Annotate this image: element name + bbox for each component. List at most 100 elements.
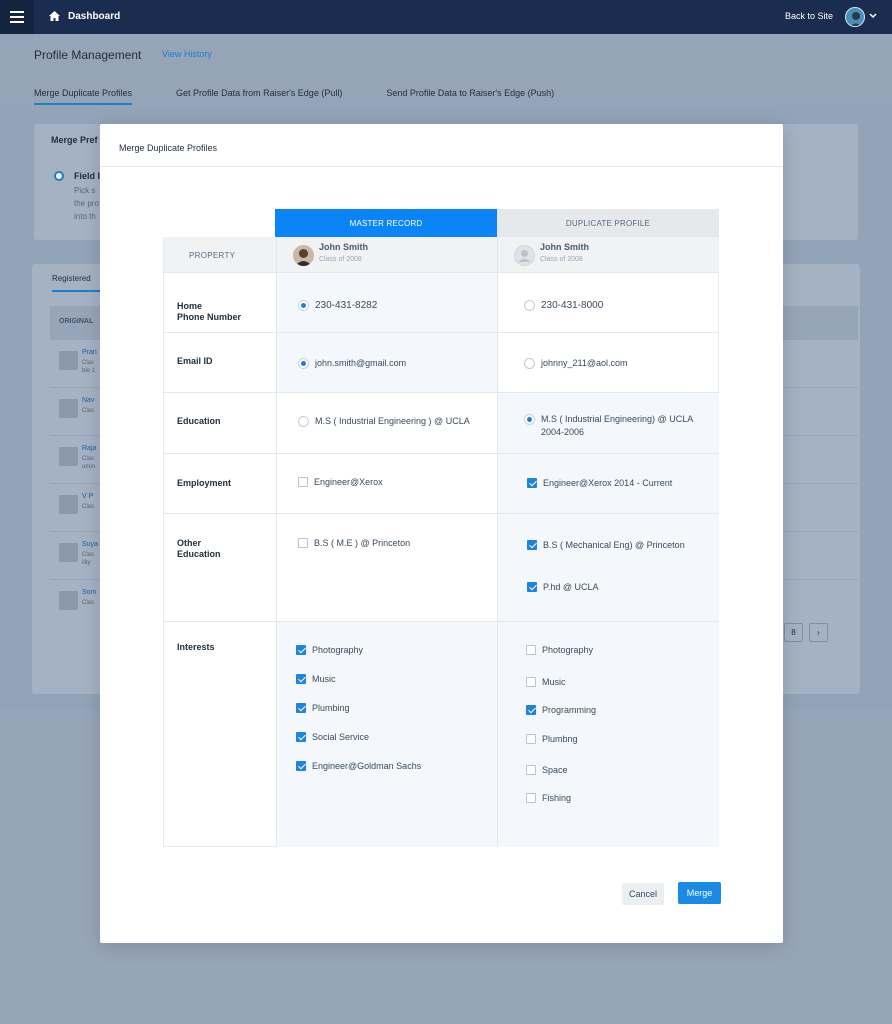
master-other-education-option[interactable]: B.S ( M.E ) @ Princeton xyxy=(298,537,410,550)
row-sub-line: Clas xyxy=(82,456,95,462)
radio-selected[interactable] xyxy=(524,414,535,425)
row-name: Nav xyxy=(82,397,95,404)
duplicate-person-cell: John Smith Class of 2008 xyxy=(497,237,719,273)
view-history-link[interactable]: View History xyxy=(162,49,212,59)
property-label: Email ID xyxy=(177,356,213,366)
checkbox-unchecked[interactable] xyxy=(298,538,308,548)
tab-send-profile-data[interactable]: Send Profile Data to Raiser's Edge (Push… xyxy=(386,88,554,105)
duplicate-employment-value: Engineer@Xerox 2014 - Current xyxy=(543,478,673,488)
master-education-option[interactable]: M.S ( Industrial Engineering ) @ UCLA xyxy=(298,415,470,428)
radio-selected[interactable] xyxy=(298,300,309,311)
avatar xyxy=(59,399,78,418)
row-sub-line: Clas xyxy=(82,600,95,606)
duplicate-phone-option[interactable]: 230-431-8000 xyxy=(524,299,603,312)
checkbox-unchecked[interactable] xyxy=(526,734,536,744)
checkbox-unchecked[interactable] xyxy=(298,477,308,487)
chevron-down-icon[interactable] xyxy=(869,12,877,20)
interest-label: Music xyxy=(542,677,566,687)
avatar xyxy=(59,591,78,610)
duplicate-interest-option[interactable]: Space xyxy=(526,764,568,777)
duplicate-interest-option[interactable]: Music xyxy=(526,676,566,689)
duplicate-other-education-option[interactable]: B.S ( Mechanical Eng) @ Princeton xyxy=(527,539,685,552)
checkbox-checked[interactable] xyxy=(296,674,306,684)
master-education-cell[interactable]: M.S ( Industrial Engineering ) @ UCLA xyxy=(276,393,497,454)
duplicate-phone-cell[interactable]: 230-431-8000 xyxy=(497,273,719,333)
field-option-radio[interactable] xyxy=(54,171,64,181)
duplicate-email-cell[interactable]: johnny_211@aol.com xyxy=(497,333,719,393)
master-employment-cell[interactable]: Engineer@Xerox xyxy=(276,454,497,514)
row-name: Raja xyxy=(82,445,97,452)
dashboard-title[interactable]: Dashboard xyxy=(68,11,120,22)
modal-title: Merge Duplicate Profiles xyxy=(119,143,218,153)
checkbox-checked[interactable] xyxy=(296,645,306,655)
duplicate-other-education-cell[interactable]: B.S ( Mechanical Eng) @ Princeton P.hd @… xyxy=(497,514,719,622)
duplicate-email-value: johnny_211@aol.com xyxy=(541,358,628,368)
duplicate-education-option[interactable]: M.S ( Industrial Engineering) @ UCLA 200… xyxy=(524,413,693,439)
checkbox-checked[interactable] xyxy=(526,705,536,715)
checkbox-unchecked[interactable] xyxy=(526,645,536,655)
property-label-line: Home xyxy=(177,301,203,311)
duplicate-interest-option[interactable]: Programming xyxy=(526,704,596,717)
duplicate-education-cell[interactable]: M.S ( Industrial Engineering) @ UCLA 200… xyxy=(497,393,719,454)
page-header: Profile Management View History Merge Du… xyxy=(0,34,892,106)
master-interest-option[interactable]: Plumbing xyxy=(296,702,350,715)
page-8-button[interactable]: 8 xyxy=(784,623,803,642)
checkbox-checked[interactable] xyxy=(296,761,306,771)
checkbox-unchecked[interactable] xyxy=(526,765,536,775)
menu-icon[interactable] xyxy=(0,0,34,34)
duplicate-person-name: John Smith xyxy=(540,242,589,252)
radio-unselected[interactable] xyxy=(524,358,535,369)
master-other-education-cell[interactable]: B.S ( M.E ) @ Princeton xyxy=(276,514,497,622)
radio-unselected[interactable] xyxy=(524,300,535,311)
duplicate-email-option[interactable]: johnny_211@aol.com xyxy=(524,357,628,370)
field-option-label: Field l xyxy=(74,171,101,181)
merge-button[interactable]: Merge xyxy=(678,882,721,904)
duplicate-interests-cell: Photography Music Programming Plumbng Sp… xyxy=(497,622,719,847)
duplicate-education-years: 2004-2006 xyxy=(541,427,585,437)
checkbox-checked[interactable] xyxy=(527,540,537,550)
tab-registered[interactable]: Registered xyxy=(52,274,102,292)
duplicate-employment-option[interactable]: Engineer@Xerox 2014 - Current xyxy=(527,477,672,490)
property-label: Employment xyxy=(177,478,232,488)
next-page-button[interactable]: › xyxy=(809,623,828,642)
row-sub: Clas xyxy=(82,599,94,607)
interest-label: Photography xyxy=(542,645,594,655)
interest-label: Social Service xyxy=(312,732,370,742)
radio-unselected[interactable] xyxy=(298,416,309,427)
checkbox-checked[interactable] xyxy=(296,703,306,713)
row-email-label: Email ID xyxy=(164,333,276,393)
master-phone-cell[interactable]: 230-431-8282 xyxy=(276,273,497,333)
checkbox-unchecked[interactable] xyxy=(526,793,536,803)
radio-selected[interactable] xyxy=(298,358,309,369)
checkbox-checked[interactable] xyxy=(527,478,537,488)
checkbox-checked[interactable] xyxy=(527,582,537,592)
master-phone-option[interactable]: 230-431-8282 xyxy=(298,299,377,312)
user-avatar[interactable] xyxy=(845,7,865,27)
row-other-education-label: Other Education xyxy=(164,514,276,622)
master-email-cell[interactable]: john.smith@gmail.com xyxy=(276,333,497,393)
cancel-button[interactable]: Cancel xyxy=(622,883,664,905)
merge-preferences-title: Merge Pref xyxy=(51,135,98,145)
duplicate-interest-option[interactable]: Fishing xyxy=(526,792,571,805)
row-sub-line: Clas xyxy=(82,504,95,510)
duplicate-other-education-option[interactable]: P.hd @ UCLA xyxy=(527,581,599,594)
duplicate-employment-cell[interactable]: Engineer@Xerox 2014 - Current xyxy=(497,454,719,514)
master-interest-option[interactable]: Photography xyxy=(296,644,363,657)
duplicate-interest-option[interactable]: Plumbng xyxy=(526,733,578,746)
master-interest-option[interactable]: Social Service xyxy=(296,731,369,744)
interest-label: Plumbng xyxy=(542,734,578,744)
master-email-option[interactable]: john.smith@gmail.com xyxy=(298,357,406,370)
duplicate-interest-option[interactable]: Photography xyxy=(526,644,593,657)
row-name: Pran xyxy=(82,349,97,356)
duplicate-phone-value: 230-431-8000 xyxy=(541,300,604,311)
home-icon[interactable] xyxy=(49,11,60,21)
checkbox-unchecked[interactable] xyxy=(526,677,536,687)
master-employment-option[interactable]: Engineer@Xerox xyxy=(298,476,383,489)
tab-merge-duplicate-profiles[interactable]: Merge Duplicate Profiles xyxy=(34,88,133,105)
master-interest-option[interactable]: Engineer@Goldman Sachs xyxy=(296,760,421,773)
master-interest-option[interactable]: Music xyxy=(296,673,336,686)
property-label-line: Education xyxy=(177,549,221,559)
back-to-site-link[interactable]: Back to Site xyxy=(785,11,833,21)
checkbox-checked[interactable] xyxy=(296,732,306,742)
tab-get-profile-data[interactable]: Get Profile Data from Raiser's Edge (Pul… xyxy=(176,88,342,105)
